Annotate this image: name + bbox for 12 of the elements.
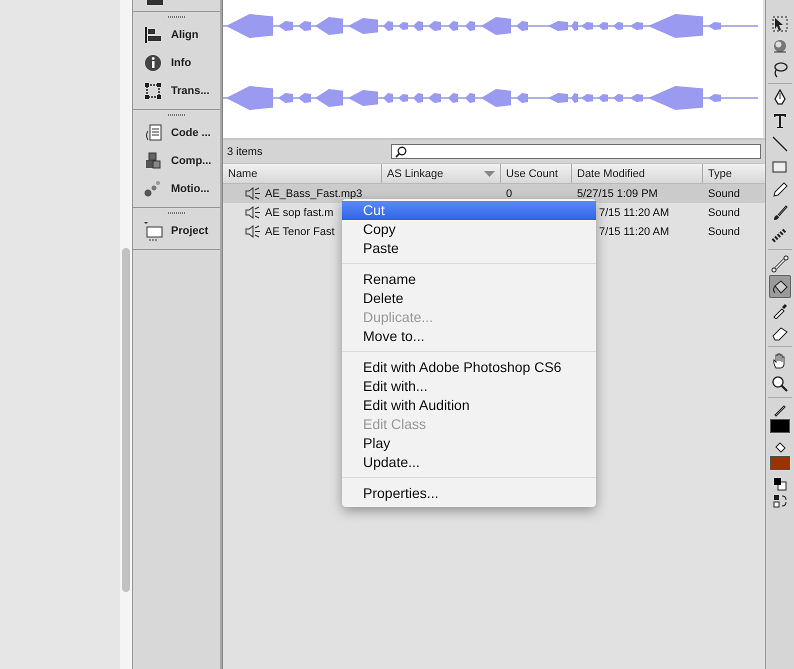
column-header-label: AS Linkage xyxy=(387,168,444,180)
item-type: Sound xyxy=(708,226,740,238)
sound-name: AE Tenor Fast xyxy=(265,226,334,238)
date-modified: 7/15 11:20 AM xyxy=(599,206,670,218)
sound-name: AE_Bass_Fast.mp3 xyxy=(265,188,362,200)
item-count: 3 items xyxy=(227,146,262,158)
item-type: Sound xyxy=(708,188,740,200)
sound-name: AE sop fast.m xyxy=(265,206,334,218)
item-type: Sound xyxy=(708,206,740,218)
date-modified: 7/15 11:20 AM xyxy=(599,226,670,238)
date-modified: 5/27/15 1:09 PM xyxy=(577,188,658,200)
use-count: 0 xyxy=(506,188,512,200)
